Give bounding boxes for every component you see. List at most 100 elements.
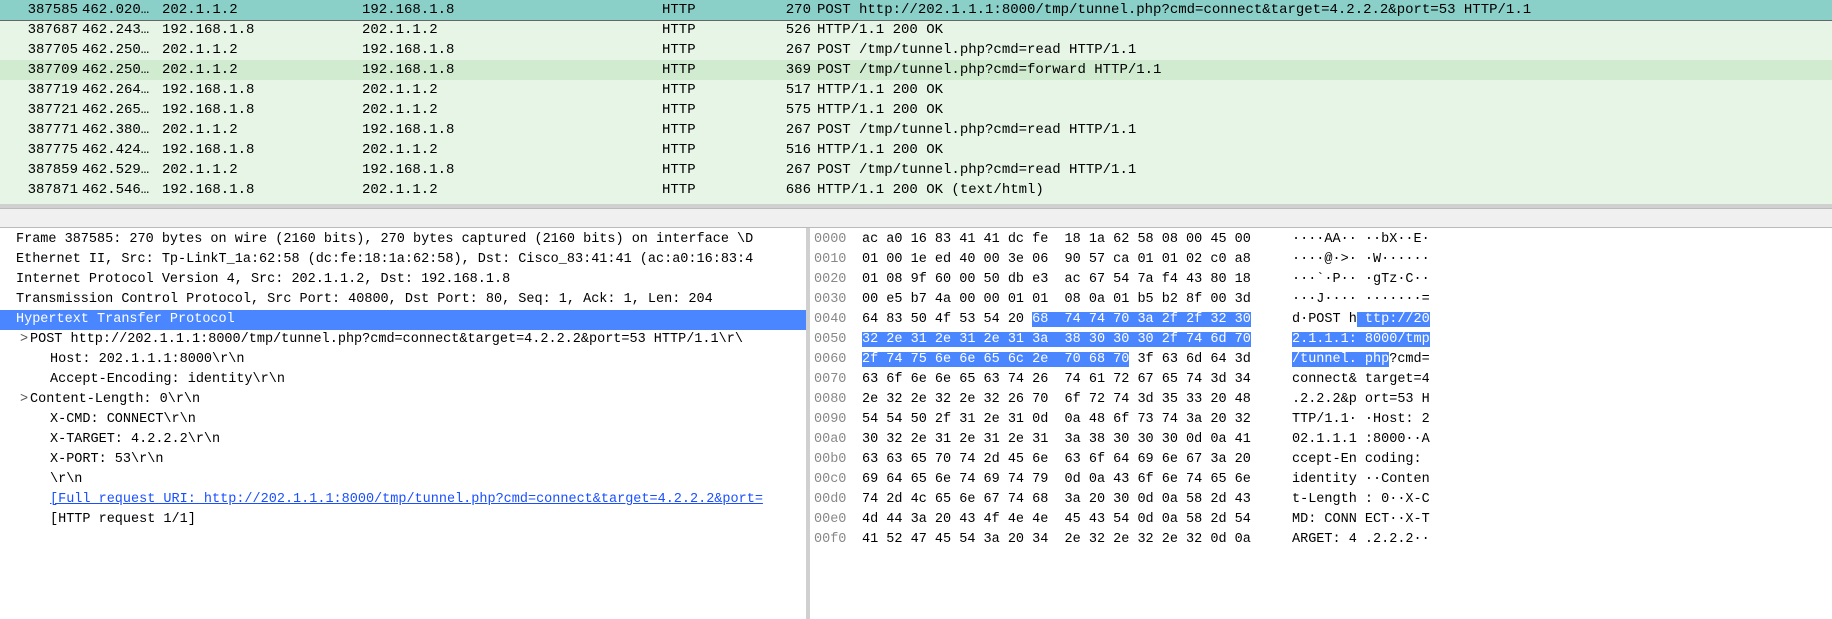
col-src: 202.1.1.2 [162,160,362,180]
packet-row[interactable]: 387721462.265…192.168.1.8202.1.1.2HTTP57… [0,100,1832,120]
detail-text: Ethernet II, Src: Tp-LinkT_1a:62:58 (dc:… [16,252,753,267]
packet-row[interactable]: 387687462.243…192.168.1.8202.1.1.2HTTP52… [0,20,1832,40]
detail-line[interactable]: Ethernet II, Src: Tp-LinkT_1a:62:58 (dc:… [0,250,806,270]
hex-offset: 00d0 [814,490,862,510]
hex-bytes: 01 00 1e ed 40 00 3e 06 90 57 ca 01 01 0… [862,250,1292,270]
col-no: 387705 [12,40,82,60]
detail-line[interactable]: Hypertext Transfer Protocol [0,310,806,330]
packet-row[interactable]: 387771462.380…202.1.1.2192.168.1.8HTTP26… [0,120,1832,140]
col-time: 462.250… [82,60,162,80]
hex-row[interactable]: 00a030 32 2e 31 2e 31 2e 31 3a 38 30 30 … [814,430,1828,450]
col-time: 462.546… [82,180,162,200]
hex-ascii: connect& target=4 [1292,370,1828,390]
col-len: 686 [772,180,817,200]
detail-text: Frame 387585: 270 bytes on wire (2160 bi… [16,232,753,247]
col-len: 369 [772,60,817,80]
hex-row[interactable]: 005032 2e 31 2e 31 2e 31 3a 38 30 30 30 … [814,330,1828,350]
hex-bytes: ac a0 16 83 41 41 dc fe 18 1a 62 58 08 0… [862,230,1292,250]
col-info: HTTP/1.1 200 OK (text/html) [817,180,1832,200]
hex-offset: 00f0 [814,530,862,550]
packet-row[interactable]: 387859462.529…202.1.1.2192.168.1.8HTTP26… [0,160,1832,180]
col-info: POST http://202.1.1.1:8000/tmp/tunnel.ph… [817,0,1832,20]
packet-details-pane[interactable]: Frame 387585: 270 bytes on wire (2160 bi… [0,228,810,619]
detail-line[interactable]: Transmission Control Protocol, Src Port:… [0,290,806,310]
packet-row[interactable]: 387871462.546…192.168.1.8202.1.1.2HTTP68… [0,180,1832,200]
col-dst: 192.168.1.8 [362,0,662,20]
col-dst: 192.168.1.8 [362,60,662,80]
hex-offset: 00c0 [814,470,862,490]
hex-row[interactable]: 00802e 32 2e 32 2e 32 26 70 6f 72 74 3d … [814,390,1828,410]
detail-line[interactable]: [Full request URI: http://202.1.1.1:8000… [0,490,806,510]
detail-line[interactable]: X-CMD: CONNECT\r\n [0,410,806,430]
detail-line[interactable]: >POST http://202.1.1.1:8000/tmp/tunnel.p… [0,330,806,350]
col-time: 462.265… [82,100,162,120]
col-time: 462.424… [82,140,162,160]
detail-line[interactable]: [HTTP request 1/1] [0,510,806,530]
hex-bytes: 63 6f 6e 6e 65 63 74 26 74 61 72 67 65 7… [862,370,1292,390]
col-no: 387719 [12,80,82,100]
hex-offset: 0070 [814,370,862,390]
detail-text: Transmission Control Protocol, Src Port:… [16,292,713,307]
detail-line[interactable]: Host: 202.1.1.1:8000\r\n [0,350,806,370]
detail-line[interactable]: \r\n [0,470,806,490]
col-src: 192.168.1.8 [162,80,362,100]
packet-row[interactable]: 387709462.250…202.1.1.2192.168.1.8HTTP36… [0,60,1832,80]
hex-row[interactable]: 002001 08 9f 60 00 50 db e3 ac 67 54 7a … [814,270,1828,290]
hex-bytes: 64 83 50 4f 53 54 20 68 74 74 70 3a 2f 2… [862,310,1292,330]
hex-row[interactable]: 00f041 52 47 45 54 3a 20 34 2e 32 2e 32 … [814,530,1828,550]
col-info: POST /tmp/tunnel.php?cmd=forward HTTP/1.… [817,60,1832,80]
col-proto: HTTP [662,120,772,140]
col-len: 575 [772,100,817,120]
hex-row[interactable]: 00c069 64 65 6e 74 69 74 79 0d 0a 43 6f … [814,470,1828,490]
hex-row[interactable]: 00b063 63 65 70 74 2d 45 6e 63 6f 64 69 … [814,450,1828,470]
hex-row[interactable]: 007063 6f 6e 6e 65 63 74 26 74 61 72 67 … [814,370,1828,390]
pane-divider[interactable] [0,208,1832,228]
hex-row[interactable]: 00e04d 44 3a 20 43 4f 4e 4e 45 43 54 0d … [814,510,1828,530]
col-proto: HTTP [662,100,772,120]
detail-line[interactable]: >Content-Length: 0\r\n [0,390,806,410]
hex-row[interactable]: 0000ac a0 16 83 41 41 dc fe 18 1a 62 58 … [814,230,1828,250]
col-dst: 202.1.1.2 [362,100,662,120]
hex-ascii: ···J···· ·······= [1292,290,1828,310]
hex-ascii: ···`·P·· ·gTz·C·· [1292,270,1828,290]
hex-bytes: 2f 74 75 6e 6e 65 6c 2e 70 68 70 3f 63 6… [862,350,1292,370]
detail-line[interactable]: X-PORT: 53\r\n [0,450,806,470]
col-info: HTTP/1.1 200 OK [817,100,1832,120]
hex-ascii: ARGET: 4 .2.2.2·· [1292,530,1828,550]
hex-row[interactable]: 00602f 74 75 6e 6e 65 6c 2e 70 68 70 3f … [814,350,1828,370]
hex-offset: 0030 [814,290,862,310]
detail-line[interactable]: Frame 387585: 270 bytes on wire (2160 bi… [0,230,806,250]
col-no: 387687 [12,20,82,40]
expand-twisty-icon[interactable]: > [18,390,30,410]
col-dst: 202.1.1.2 [362,80,662,100]
packet-bytes-pane[interactable]: 0000ac a0 16 83 41 41 dc fe 18 1a 62 58 … [810,228,1832,619]
detail-line[interactable]: Internet Protocol Version 4, Src: 202.1.… [0,270,806,290]
hex-row[interactable]: 009054 54 50 2f 31 2e 31 0d 0a 48 6f 73 … [814,410,1828,430]
col-info: POST /tmp/tunnel.php?cmd=read HTTP/1.1 [817,40,1832,60]
hex-offset: 00a0 [814,430,862,450]
col-dst: 192.168.1.8 [362,120,662,140]
detail-line[interactable]: Accept-Encoding: identity\r\n [0,370,806,390]
hex-row[interactable]: 00d074 2d 4c 65 6e 67 74 68 3a 20 30 0d … [814,490,1828,510]
packet-row[interactable]: 387585462.020…202.1.1.2192.168.1.8HTTP27… [0,0,1832,20]
hex-row[interactable]: 001001 00 1e ed 40 00 3e 06 90 57 ca 01 … [814,250,1828,270]
detail-line[interactable]: X-TARGET: 4.2.2.2\r\n [0,430,806,450]
expand-twisty-icon[interactable]: > [18,330,30,350]
col-src: 192.168.1.8 [162,100,362,120]
detail-text: Internet Protocol Version 4, Src: 202.1.… [16,272,510,287]
hex-row[interactable]: 003000 e5 b7 4a 00 00 01 01 08 0a 01 b5 … [814,290,1828,310]
detail-text: X-TARGET: 4.2.2.2\r\n [50,432,220,447]
hex-bytes: 4d 44 3a 20 43 4f 4e 4e 45 43 54 0d 0a 5… [862,510,1292,530]
hex-bytes: 30 32 2e 31 2e 31 2e 31 3a 38 30 30 30 0… [862,430,1292,450]
col-len: 267 [772,40,817,60]
detail-text: \r\n [50,472,82,487]
packet-row[interactable]: 387705462.250…202.1.1.2192.168.1.8HTTP26… [0,40,1832,60]
hex-ascii: ····AA·· ··bX··E· [1292,230,1828,250]
hex-row[interactable]: 004064 83 50 4f 53 54 20 68 74 74 70 3a … [814,310,1828,330]
packet-list[interactable]: 387585462.020…202.1.1.2192.168.1.8HTTP27… [0,0,1832,208]
hex-ascii: /tunnel. php?cmd= [1292,350,1828,370]
hex-bytes: 54 54 50 2f 31 2e 31 0d 0a 48 6f 73 74 3… [862,410,1292,430]
packet-row[interactable]: 387719462.264…192.168.1.8202.1.1.2HTTP51… [0,80,1832,100]
packet-row[interactable]: 387775462.424…192.168.1.8202.1.1.2HTTP51… [0,140,1832,160]
col-len: 267 [772,120,817,140]
